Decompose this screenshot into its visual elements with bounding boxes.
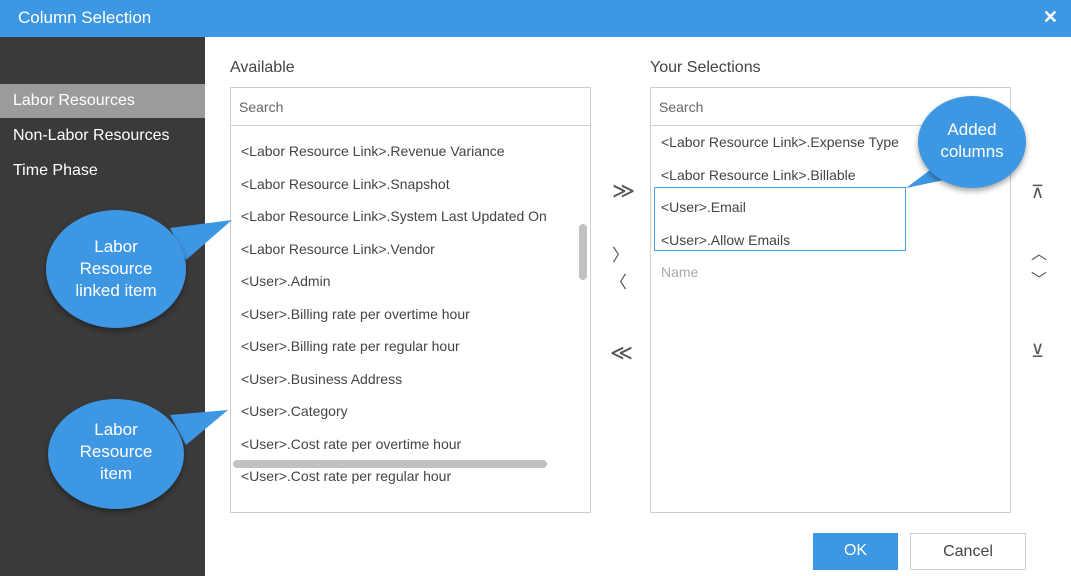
callout-text: Resource [79, 259, 153, 278]
callout-text: linked item [75, 281, 157, 300]
callout-text: Resource [79, 442, 153, 461]
callout-labor-resource-item: Labor Resource item [48, 399, 184, 509]
callout-labor-resource-linked: Labor Resource linked item [46, 210, 186, 328]
callout-added-columns: Added columns [918, 96, 1026, 188]
callout-text: Labor [94, 420, 138, 439]
callout-text: columns [940, 142, 1004, 161]
callout-text: Labor [94, 237, 138, 256]
callout-text: item [99, 464, 133, 483]
callout-text: Added [947, 120, 997, 139]
